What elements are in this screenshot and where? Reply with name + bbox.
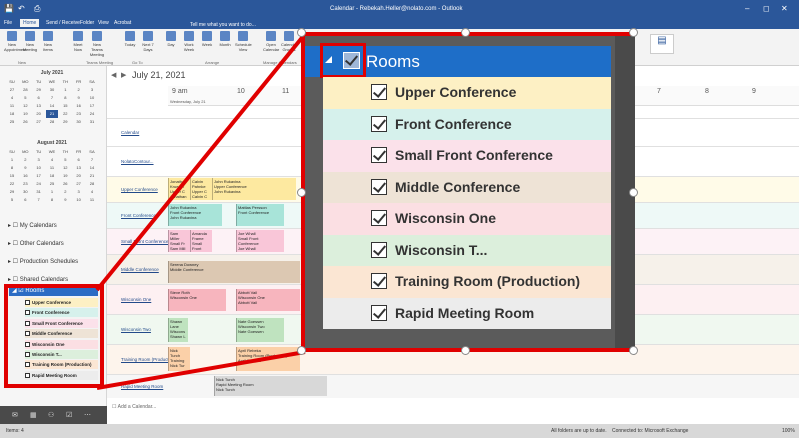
resize-handle[interactable] xyxy=(461,28,470,37)
zoomed-room-label: Wisconsin One xyxy=(395,210,497,226)
hour-label: 10 xyxy=(237,88,245,95)
zoomed-room-item[interactable]: Training Room (Production) xyxy=(323,266,611,298)
zoomed-room-label: Upper Conference xyxy=(395,84,517,100)
zoomed-rooms-header[interactable]: Rooms xyxy=(305,43,611,78)
resize-handle[interactable] xyxy=(629,346,638,355)
zoomed-room-item[interactable]: Middle Conference xyxy=(323,171,611,203)
zoomed-room-checkbox[interactable] xyxy=(371,115,387,132)
zoomed-room-label: Middle Conference xyxy=(395,178,521,195)
zoomed-room-label: Wisconsin T... xyxy=(395,241,488,258)
zoomed-room-item[interactable]: Upper Conference xyxy=(323,77,611,109)
hour-label: 9 am xyxy=(172,88,188,95)
resize-handle[interactable] xyxy=(629,28,638,37)
zoomed-room-label: Front Conference xyxy=(395,115,512,132)
resize-handle[interactable] xyxy=(297,346,306,355)
zoomed-room-label: Small Front Conference xyxy=(395,147,553,163)
zoomed-room-checkbox[interactable] xyxy=(371,178,387,195)
zoomed-room-checkbox[interactable] xyxy=(371,210,387,226)
resize-handle[interactable] xyxy=(461,346,470,355)
hour-label: 7 xyxy=(657,88,661,95)
zoomed-room-checkbox[interactable] xyxy=(371,147,387,163)
outlook-window: 💾 ↶ ⎙ Calendar - Rebekah.Heller@nolato.c… xyxy=(0,0,799,438)
zoomed-room-checkbox[interactable] xyxy=(371,304,387,321)
zoomed-room-item[interactable]: Small Front Conference xyxy=(323,140,611,172)
schedule-view-icon[interactable]: ▤ xyxy=(650,34,674,54)
hour-label: 9 xyxy=(752,88,756,95)
resize-handle[interactable] xyxy=(297,188,306,197)
zoomed-room-label: Rapid Meeting Room xyxy=(395,304,535,321)
zoomed-room-checkbox[interactable] xyxy=(371,273,387,289)
rooms-zoom-callout: Rooms Upper Conference Front Conference Sm… xyxy=(301,32,635,352)
hour-label: 8 xyxy=(705,88,709,95)
zoomed-room-checkbox[interactable] xyxy=(371,241,387,258)
zoomed-room-item[interactable]: Front Conference xyxy=(323,108,611,140)
checkbox-highlight xyxy=(320,43,366,78)
zoomed-room-checkbox[interactable] xyxy=(371,84,387,100)
zoomed-room-item[interactable]: Rapid Meeting Room xyxy=(323,297,611,329)
resize-handle[interactable] xyxy=(629,188,638,197)
zoomed-room-item[interactable]: Wisconsin One xyxy=(323,203,611,235)
zoomed-room-label: Training Room (Production) xyxy=(395,273,581,289)
zoomed-room-item[interactable]: Wisconsin T... xyxy=(323,234,611,266)
hour-label: 11 xyxy=(282,88,290,95)
resize-handle[interactable] xyxy=(297,28,306,37)
zoomed-rooms-label: Rooms xyxy=(366,52,420,71)
